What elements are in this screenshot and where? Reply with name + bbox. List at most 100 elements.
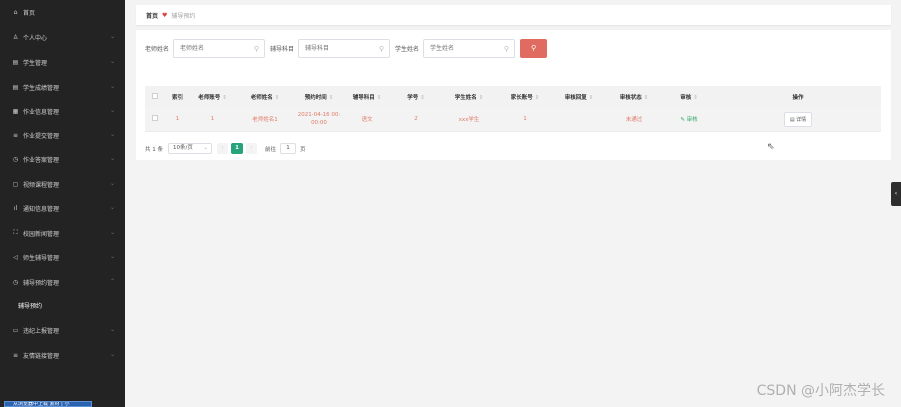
appointment-table: 索引 老师账号 ⇕ 老师姓名 ⇕ 预约时间 ⇕ 辅导科目 ⇕ 学号 ⇕ 学生姓名 ⇕ 家长账… bbox=[145, 86, 881, 132]
header-review[interactable]: 审核 ⇕ bbox=[663, 93, 715, 101]
teacher-name-field: ⚲ bbox=[173, 38, 266, 58]
search-button[interactable]: ⚲ bbox=[520, 38, 548, 58]
sidebar-item-label: 视频课程管理 bbox=[23, 181, 60, 189]
header-student-no[interactable]: 学号 ⇕ bbox=[391, 93, 441, 101]
sidebar-item-personal-center[interactable]: ♙ 个人中心 ⌄ bbox=[0, 26, 125, 48]
next-page-button[interactable]: › bbox=[246, 143, 257, 154]
send-icon: ◁ bbox=[13, 253, 18, 261]
sort-icon: ⇕ bbox=[274, 94, 280, 101]
search-form: 老师姓名 ⚲ 辅导科目 ⚲ 学生姓名 ⚲ ⚲ bbox=[145, 38, 548, 58]
chevron-down-icon: ⌄ bbox=[203, 145, 208, 151]
chevron-down-icon: ⌄ bbox=[109, 131, 115, 138]
goto-label: 前往 bbox=[265, 146, 277, 153]
select-all-checkbox[interactable] bbox=[145, 92, 165, 101]
chevron-down-icon: ⌄ bbox=[109, 83, 115, 90]
header-index: 索引 bbox=[171, 94, 183, 101]
search-icon: ⚲ bbox=[253, 44, 260, 53]
watermark: CSDN @小阿杰学长 bbox=[756, 383, 885, 399]
chevron-down-icon: ⌄ bbox=[109, 155, 115, 162]
sidebar-item-discipline-report[interactable]: ▭ 违纪上报管理 ⌄ bbox=[0, 319, 125, 341]
subject-label: 辅导科目 bbox=[270, 45, 295, 53]
sidebar-item-label: 辅导预约 bbox=[18, 302, 43, 310]
header-teacher-account[interactable]: 老师账号 ⇕ bbox=[190, 93, 235, 101]
sidebar-item-home[interactable]: ⌂ 首页 bbox=[0, 1, 125, 23]
chevron-down-icon: ⌄ bbox=[109, 351, 115, 358]
header-review-status[interactable]: 审核状态 ⇕ bbox=[605, 93, 663, 101]
chevron-up-icon: ⌃ bbox=[109, 278, 115, 285]
sidebar-item-homework-info[interactable]: ▦ 作业信息管理 ⌄ bbox=[0, 100, 125, 122]
sidebar-item-homework-answer[interactable]: ◷ 作业答案管理 ⌄ bbox=[0, 148, 125, 170]
sidebar-item-appointment-management[interactable]: ◷ 辅导预约管理 ⌃ bbox=[0, 271, 125, 293]
sort-icon: ⇕ bbox=[478, 94, 484, 101]
sidebar-item-label: 通知信息管理 bbox=[23, 205, 60, 213]
sort-icon: ⇕ bbox=[420, 94, 425, 101]
collapse-handle[interactable]: ‹ bbox=[891, 182, 901, 206]
chevron-down-icon: ⌄ bbox=[109, 253, 115, 260]
subject-field: ⚲ bbox=[298, 38, 391, 58]
list-icon: ▤ bbox=[12, 58, 19, 66]
sidebar-item-label: 学生管理 bbox=[23, 59, 48, 67]
teacher-name-input[interactable] bbox=[174, 39, 253, 57]
sidebar-item-label: 作业信息管理 bbox=[23, 108, 60, 116]
header-actions: 操作 bbox=[792, 94, 804, 101]
sidebar: ⌂ 首页 ♙ 个人中心 ⌄ ▤ 学生管理 ⌄ ▤ 学生成绩管理 ⌄ ▦ 作业信息… bbox=[0, 0, 125, 407]
header-subject[interactable]: 辅导科目 ⇕ bbox=[343, 93, 391, 101]
sidebar-item-notice[interactable]: ıl 通知信息管理 ⌄ bbox=[0, 197, 125, 219]
sidebar-item-student-management[interactable]: ▤ 学生管理 ⌄ bbox=[0, 51, 125, 73]
taskbar-thumbnail[interactable]: 从浏览器中上载 素材 | 小 bbox=[4, 401, 92, 407]
cell-student-name: xxx学生 bbox=[458, 117, 480, 123]
clock-icon: ◷ bbox=[12, 155, 19, 163]
table-row: 1 1 老师姓名1 2021-04-16 00: 00:00 语文 2 xxx学… bbox=[145, 107, 881, 132]
sort-icon: ⇕ bbox=[328, 94, 334, 101]
chevron-down-icon: ⌄ bbox=[109, 107, 115, 114]
teacher-name-label: 老师姓名 bbox=[145, 45, 170, 53]
list-icon: ▤ bbox=[12, 83, 19, 91]
sidebar-item-appointment[interactable]: 辅导预约 bbox=[0, 294, 125, 316]
sidebar-item-label: 友情链接管理 bbox=[23, 352, 60, 360]
chevron-down-icon: ⌄ bbox=[109, 326, 115, 333]
cell-parent-account: 1 bbox=[523, 116, 527, 122]
page-size-select[interactable]: 10条/页 ⌄ bbox=[168, 143, 212, 154]
header-teacher-name[interactable]: 老师姓名 ⇕ bbox=[235, 93, 295, 101]
sort-icon: ⇕ bbox=[643, 94, 649, 101]
goto-page-input[interactable]: 1 bbox=[280, 143, 297, 154]
header-appointment-time[interactable]: 预约时间 ⇕ bbox=[295, 93, 343, 101]
sidebar-item-label: 作业答案管理 bbox=[23, 156, 60, 164]
menu-icon: ≡ bbox=[12, 351, 19, 359]
chevron-down-icon: ⌄ bbox=[109, 58, 115, 65]
prev-page-button[interactable]: ‹ bbox=[217, 143, 228, 154]
sidebar-item-grade-management[interactable]: ▤ 学生成绩管理 ⌄ bbox=[0, 76, 125, 98]
sidebar-item-label: 学生成绩管理 bbox=[23, 84, 60, 92]
subject-input[interactable] bbox=[299, 39, 378, 57]
row-checkbox[interactable] bbox=[145, 115, 165, 123]
sidebar-item-tutoring[interactable]: ◁ 师生辅导管理 ⌄ bbox=[0, 246, 125, 268]
page-number-current[interactable]: 1 bbox=[231, 143, 243, 154]
header-parent-account[interactable]: 家长账号 ⇕ bbox=[497, 93, 553, 101]
breadcrumb-home[interactable]: 首页 bbox=[146, 11, 158, 20]
review-button[interactable]: ✎ 审核 bbox=[663, 115, 715, 123]
sidebar-item-campus-news[interactable]: ⛶ 校园新闻管理 ⌄ bbox=[0, 222, 125, 244]
student-name-input[interactable] bbox=[424, 39, 503, 57]
video-icon: ▢ bbox=[12, 180, 19, 188]
sort-icon: ⇕ bbox=[534, 94, 540, 101]
user-icon: ♙ bbox=[12, 33, 19, 41]
header-student-name[interactable]: 学生姓名 ⇕ bbox=[441, 93, 497, 101]
sidebar-item-label: 辅导预约管理 bbox=[23, 279, 60, 287]
grid-icon: ▦ bbox=[12, 107, 19, 115]
message-icon: ▭ bbox=[12, 326, 19, 334]
pagination-total: 共 1 条 bbox=[145, 146, 163, 153]
detail-button[interactable]: ▤ 详情 bbox=[783, 111, 813, 127]
header-review-reply[interactable]: 审核回复 ⇕ bbox=[553, 93, 605, 101]
mouse-cursor-icon: ⇖ bbox=[767, 142, 775, 152]
search-icon: ⚲ bbox=[503, 44, 510, 53]
sidebar-item-label: 首页 bbox=[23, 9, 36, 17]
clock-icon: ◷ bbox=[12, 278, 19, 286]
home-icon: ⌂ bbox=[13, 8, 18, 16]
sidebar-item-label: 校园新闻管理 bbox=[23, 230, 60, 238]
content-panel: 老师姓名 ⚲ 辅导科目 ⚲ 学生姓名 ⚲ ⚲ 索引 老师账号 bbox=[136, 30, 891, 160]
chevron-down-icon: ⌄ bbox=[109, 180, 115, 187]
sidebar-item-friend-links[interactable]: ≡ 友情链接管理 ⌄ bbox=[0, 344, 125, 366]
sort-icon: ⇕ bbox=[376, 94, 382, 101]
sidebar-item-homework-submit[interactable]: ≡ 作业提交管理 ⌄ bbox=[0, 124, 125, 146]
sidebar-item-video-course[interactable]: ▢ 视频课程管理 ⌄ bbox=[0, 173, 125, 195]
